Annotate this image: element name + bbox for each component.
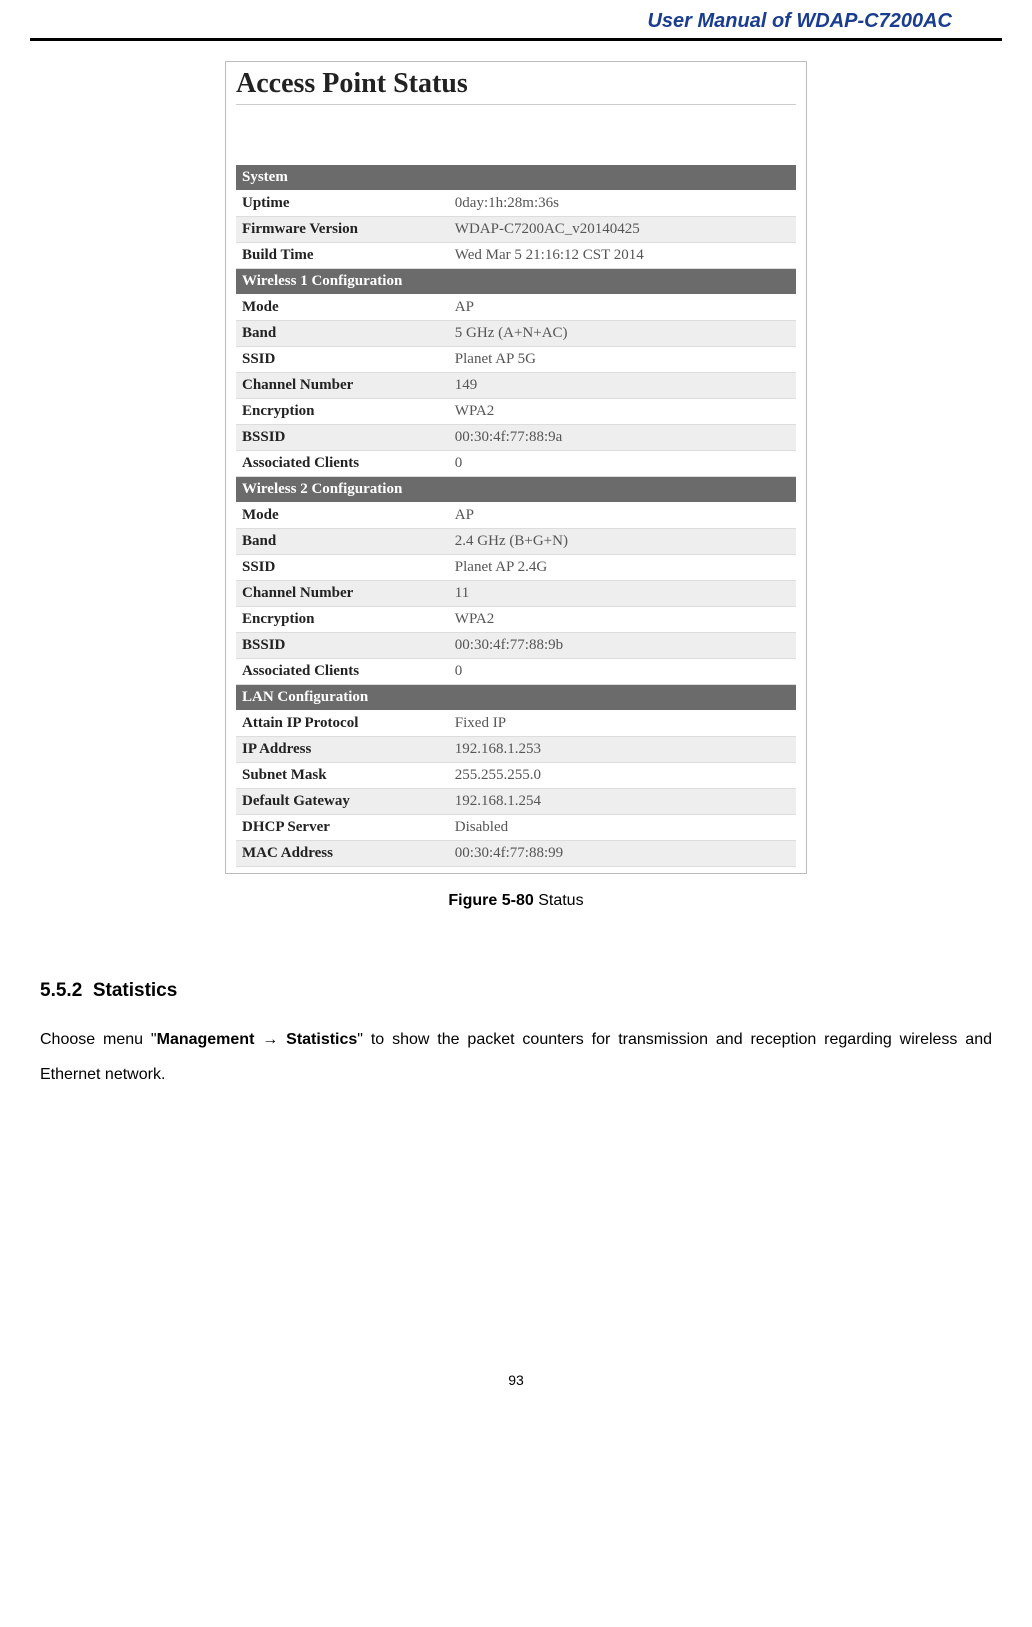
row-value: 192.168.1.254: [449, 789, 796, 815]
table-row: Default Gateway192.168.1.254: [236, 789, 796, 815]
section-number: 5.5.2: [40, 980, 82, 1001]
page: User Manual of WDAP-C7200AC Access Point…: [0, 0, 1032, 1389]
row-value: 00:30:4f:77:88:9b: [449, 633, 796, 659]
table-row: MAC Address00:30:4f:77:88:99: [236, 841, 796, 867]
row-label: Subnet Mask: [236, 763, 449, 789]
row-label: Encryption: [236, 399, 449, 425]
row-label: Associated Clients: [236, 659, 449, 685]
body-pre: Choose menu ": [40, 1031, 157, 1048]
row-label: SSID: [236, 347, 449, 373]
section-header: System: [236, 165, 796, 191]
header-title: User Manual of WDAP-C7200AC: [0, 0, 1032, 38]
row-value: 192.168.1.253: [449, 737, 796, 763]
table-row: Associated Clients0: [236, 659, 796, 685]
menu-statistics: Statistics: [286, 1031, 357, 1048]
row-label: IP Address: [236, 737, 449, 763]
page-number: 93: [0, 1372, 1032, 1389]
row-value: 00:30:4f:77:88:99: [449, 841, 796, 867]
table-row: SSIDPlanet AP 5G: [236, 347, 796, 373]
table-row: Uptime0day:1h:28m:36s: [236, 191, 796, 217]
row-label: Mode: [236, 503, 449, 529]
section-header-label: Wireless 1 Configuration: [236, 269, 796, 295]
table-row: Build TimeWed Mar 5 21:16:12 CST 2014: [236, 243, 796, 269]
status-box: Access Point Status SystemUptime0day:1h:…: [225, 61, 807, 874]
table-row: Band2.4 GHz (B+G+N): [236, 529, 796, 555]
row-value: AP: [449, 295, 796, 321]
section-header-label: Wireless 2 Configuration: [236, 477, 796, 503]
row-value: 0: [449, 659, 796, 685]
row-value: WPA2: [449, 607, 796, 633]
figure-caption-bold: Figure 5-80: [448, 892, 533, 909]
row-value: AP: [449, 503, 796, 529]
row-label: Band: [236, 321, 449, 347]
table-row: SSIDPlanet AP 2.4G: [236, 555, 796, 581]
row-value: 0: [449, 451, 796, 477]
section-title: Statistics: [93, 980, 177, 1001]
row-value: Disabled: [449, 815, 796, 841]
row-label: Firmware Version: [236, 217, 449, 243]
row-label: BSSID: [236, 633, 449, 659]
table-row: Attain IP ProtocolFixed IP: [236, 711, 796, 737]
row-label: Uptime: [236, 191, 449, 217]
table-row: Band5 GHz (A+N+AC): [236, 321, 796, 347]
row-value: 00:30:4f:77:88:9a: [449, 425, 796, 451]
row-label: Channel Number: [236, 373, 449, 399]
table-row: Channel Number11: [236, 581, 796, 607]
status-table: SystemUptime0day:1h:28m:36sFirmware Vers…: [236, 165, 796, 867]
table-row: EncryptionWPA2: [236, 399, 796, 425]
row-label: Channel Number: [236, 581, 449, 607]
row-value: Planet AP 5G: [449, 347, 796, 373]
section-heading: 5.5.2 Statistics: [40, 980, 992, 1002]
table-row: IP Address192.168.1.253: [236, 737, 796, 763]
row-label: Build Time: [236, 243, 449, 269]
arrow-icon: →: [254, 1031, 286, 1048]
table-row: ModeAP: [236, 295, 796, 321]
table-row: Firmware VersionWDAP-C7200AC_v20140425: [236, 217, 796, 243]
row-value: Planet AP 2.4G: [449, 555, 796, 581]
section-header: LAN Configuration: [236, 685, 796, 711]
row-value: WDAP-C7200AC_v20140425: [449, 217, 796, 243]
row-value: 5 GHz (A+N+AC): [449, 321, 796, 347]
table-row: BSSID00:30:4f:77:88:9b: [236, 633, 796, 659]
table-row: BSSID00:30:4f:77:88:9a: [236, 425, 796, 451]
row-label: Band: [236, 529, 449, 555]
row-label: Mode: [236, 295, 449, 321]
row-label: Default Gateway: [236, 789, 449, 815]
table-row: Associated Clients0: [236, 451, 796, 477]
row-value: 149: [449, 373, 796, 399]
body-text: Choose menu "Management → Statistics" to…: [40, 1022, 992, 1092]
header-divider: [30, 38, 1002, 41]
figure-caption-text: Status: [534, 892, 584, 909]
figure-caption: Figure 5-80 Status: [0, 892, 1032, 910]
status-title: Access Point Status: [236, 68, 796, 105]
row-value: 255.255.255.0: [449, 763, 796, 789]
row-label: MAC Address: [236, 841, 449, 867]
row-value: 0day:1h:28m:36s: [449, 191, 796, 217]
table-row: Channel Number149: [236, 373, 796, 399]
row-label: DHCP Server: [236, 815, 449, 841]
menu-management: Management: [157, 1031, 255, 1048]
section-header-label: System: [236, 165, 796, 191]
section-header-label: LAN Configuration: [236, 685, 796, 711]
table-row: Subnet Mask255.255.255.0: [236, 763, 796, 789]
row-value: 11: [449, 581, 796, 607]
row-value: Wed Mar 5 21:16:12 CST 2014: [449, 243, 796, 269]
table-row: DHCP ServerDisabled: [236, 815, 796, 841]
table-row: EncryptionWPA2: [236, 607, 796, 633]
row-label: Associated Clients: [236, 451, 449, 477]
row-label: Attain IP Protocol: [236, 711, 449, 737]
row-label: BSSID: [236, 425, 449, 451]
row-label: Encryption: [236, 607, 449, 633]
row-label: SSID: [236, 555, 449, 581]
row-value: Fixed IP: [449, 711, 796, 737]
row-value: WPA2: [449, 399, 796, 425]
row-value: 2.4 GHz (B+G+N): [449, 529, 796, 555]
section-header: Wireless 2 Configuration: [236, 477, 796, 503]
table-row: ModeAP: [236, 503, 796, 529]
section-header: Wireless 1 Configuration: [236, 269, 796, 295]
